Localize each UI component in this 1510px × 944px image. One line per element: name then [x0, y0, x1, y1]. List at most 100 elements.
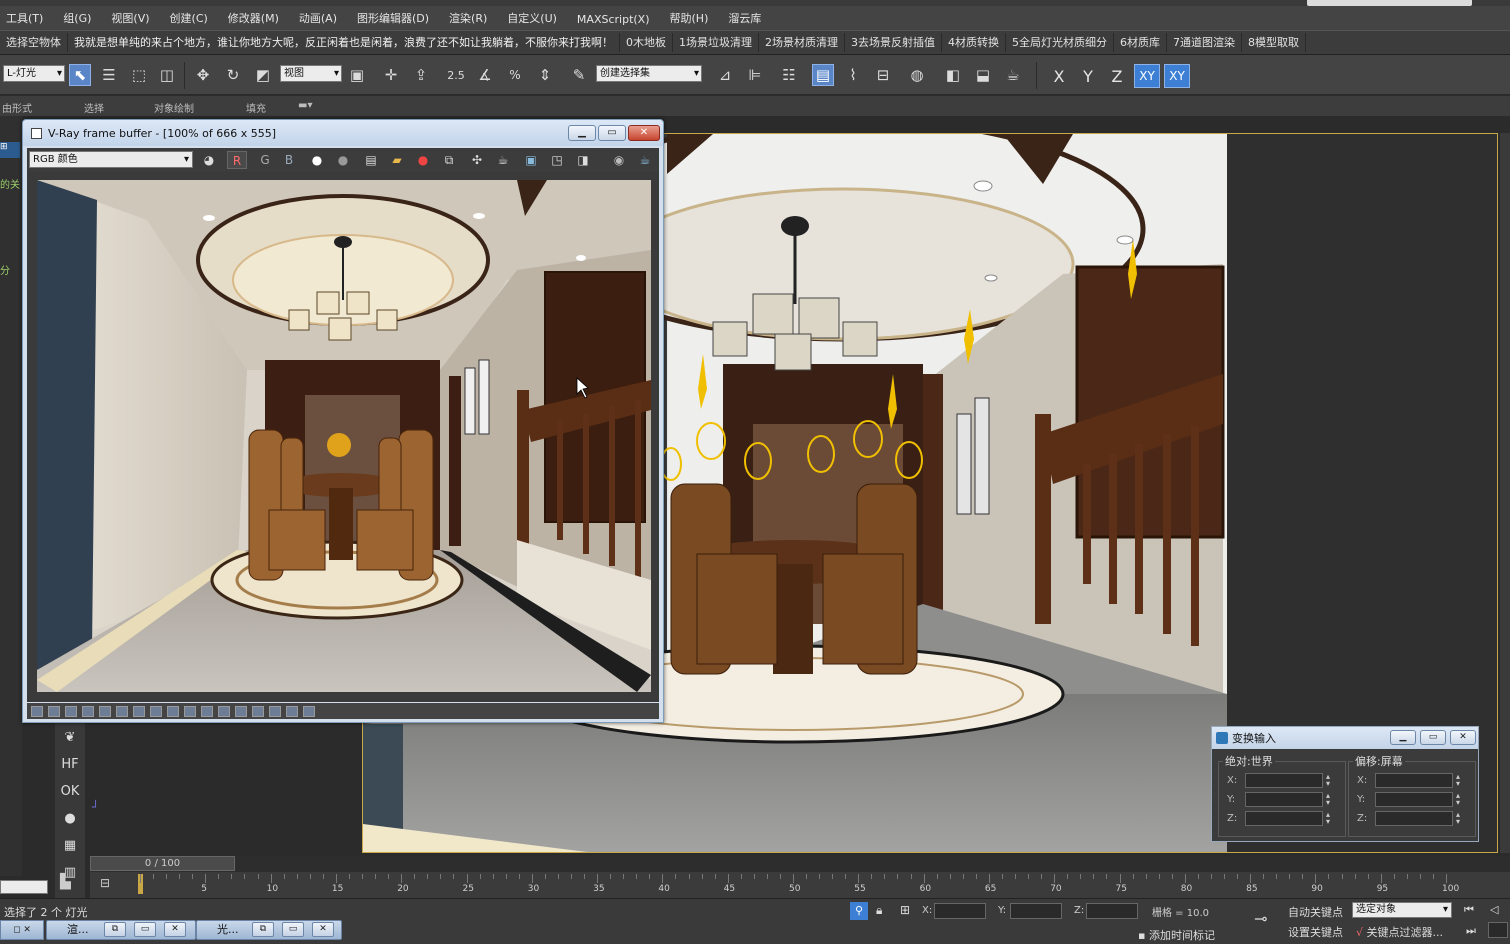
task2-maximize-button[interactable]: ▭ — [282, 922, 304, 937]
axis-xy-cycle-button[interactable]: XY — [1164, 64, 1190, 88]
vfb-status-icon-16[interactable] — [286, 705, 298, 717]
material-editor-icon[interactable]: ◍ — [906, 64, 928, 86]
abs-z-input[interactable] — [1245, 810, 1323, 826]
hf-icon[interactable]: HF — [57, 752, 83, 776]
green-channel-toggle[interactable]: G — [255, 151, 275, 169]
time-slider[interactable]: 0 / 100 — [90, 856, 1510, 872]
reference-coord-select[interactable]: 视图 — [280, 65, 342, 82]
z-coord-input[interactable] — [1086, 903, 1138, 919]
task1-maximize-button[interactable]: ▭ — [134, 922, 156, 937]
vfb-status-icon-10[interactable] — [184, 705, 196, 717]
menu-liuyunku[interactable]: 溜云库 — [728, 10, 761, 26]
alpha-white-icon[interactable]: ● — [307, 151, 327, 169]
key-mode-icon[interactable]: ⏭ — [1466, 924, 1476, 938]
menu-graph-editors[interactable]: 图形编辑器(D) — [357, 10, 429, 26]
selection-filter-select[interactable]: L-灯光 — [3, 65, 65, 82]
vfb-status-icon-15[interactable] — [269, 705, 281, 717]
layer-icon[interactable]: ▙ — [60, 874, 80, 894]
time-slider-thumb[interactable]: 0 / 100 — [90, 856, 235, 871]
vfb-status-icon-9[interactable] — [167, 705, 179, 717]
menu-group[interactable]: 组(G) — [63, 10, 91, 26]
abs-z-spinner[interactable]: ▴ ▾ — [1323, 810, 1333, 826]
select-object-icon[interactable]: ⬉ — [69, 64, 91, 86]
load-image-icon[interactable]: ▰ — [387, 151, 407, 169]
key-filters-button[interactable]: √ 关键点过滤器... — [1356, 924, 1443, 940]
render-production-icon[interactable]: ☕ — [1002, 64, 1024, 86]
script-button-light-subdiv[interactable]: 5全局灯光材质细分 — [1006, 33, 1114, 52]
xform-maximize-button[interactable]: ▭ — [1420, 730, 1446, 745]
vfb-status-icon-8[interactable] — [150, 705, 162, 717]
vfb-status-icon-6[interactable] — [116, 705, 128, 717]
plant-icon[interactable]: ❦ — [57, 725, 83, 749]
script-button-material-library[interactable]: 6材质库 — [1114, 33, 1167, 52]
scene-explorer-icon[interactable]: ▤ — [812, 64, 834, 86]
menu-help[interactable]: 帮助(H) — [670, 10, 709, 26]
off-z-input[interactable] — [1375, 810, 1453, 826]
named-selection-select[interactable]: 创建选择集 — [596, 65, 702, 82]
y-coord-input[interactable] — [1010, 903, 1062, 919]
abs-x-spinner[interactable]: ▴ ▾ — [1323, 772, 1333, 788]
mono-icon[interactable]: ● — [333, 151, 353, 169]
vfb-status-icon-11[interactable] — [201, 705, 213, 717]
rotate-icon[interactable]: ↻ — [222, 64, 244, 86]
mini-curve-editor-icon[interactable]: ⊟ — [100, 876, 120, 892]
color-corrections-icon[interactable]: ◕ — [199, 151, 219, 169]
spinner-snap-icon[interactable]: ⇕ — [534, 64, 556, 86]
off-x-input[interactable] — [1375, 772, 1453, 788]
vfb-status-icon-12[interactable] — [218, 705, 230, 717]
search-input[interactable] — [1307, 0, 1472, 6]
abs-y-input[interactable] — [1245, 791, 1323, 807]
script-button-scene-cleanup[interactable]: 1场景垃圾清理 — [673, 33, 759, 52]
ribbon-selection[interactable]: 选择 — [84, 100, 104, 115]
goto-start-icon[interactable]: ⏮ — [1464, 903, 1474, 917]
isolate-icon[interactable]: ⚲ — [850, 902, 868, 920]
frame-input[interactable] — [1488, 922, 1508, 938]
track-mouse-icon[interactable]: ✣ — [467, 151, 487, 169]
menu-maxscript[interactable]: MAXScript(X) — [577, 13, 650, 26]
xform-close-button[interactable]: ✕ — [1450, 730, 1476, 745]
align-icon[interactable]: ⊫ — [744, 64, 766, 86]
xform-minimize-button[interactable]: ▁ — [1390, 730, 1416, 745]
window-crossing-icon[interactable]: ◫ — [156, 64, 178, 86]
vfb-titlebar[interactable]: V-Ray frame buffer - [100% of 666 x 555] — [23, 120, 663, 146]
mirror-icon[interactable]: ⊿ — [714, 64, 736, 86]
snap-toggle-icon[interactable]: 2.5 — [445, 64, 467, 86]
off-y-spinner[interactable]: ▴ ▾ — [1453, 791, 1463, 807]
off-x-spinner[interactable]: ▴ ▾ — [1453, 772, 1463, 788]
set-key-button[interactable]: 设置关键点 — [1288, 924, 1343, 940]
transform-type-in-dialog[interactable]: 变换输入 ▁ ▭ ✕ 绝对:世界 X: ▴ ▾ Y: ▴ ▾ Z: ▴ ▾ 偏移:屏幕 X:… — [1211, 726, 1479, 842]
task2-restore-button[interactable]: ⧉ — [252, 922, 274, 937]
keyboard-shortcut-icon[interactable]: ⇪ — [410, 64, 432, 86]
key-target-select[interactable]: 选定对象 — [1352, 902, 1452, 918]
render-last-icon[interactable]: ☕ — [635, 151, 655, 169]
menu-customize[interactable]: 自定义(U) — [507, 10, 557, 26]
script-button-channel-render[interactable]: 7通道图渲染 — [1167, 33, 1242, 52]
vfb-status-icon-7[interactable] — [133, 705, 145, 717]
track-bar[interactable]: 5 10 15 20 25 30 35 40 45 50 55 60 65 70 75 80 85 90 95 100 — [90, 872, 1510, 898]
scale-icon[interactable]: ◩ — [252, 64, 274, 86]
script-button-remove-reflect-interp[interactable]: 3去场景反射插值 — [845, 33, 942, 52]
vfb-status-icon-17[interactable] — [303, 705, 315, 717]
clear-image-icon[interactable]: ● — [413, 151, 433, 169]
script-button-select-empty[interactable]: 选择空物体 — [0, 33, 68, 52]
abs-y-spinner[interactable]: ▴ ▾ — [1323, 791, 1333, 807]
select-by-name-icon[interactable]: ☰ — [98, 64, 120, 86]
history-icon[interactable]: ◨ — [573, 151, 593, 169]
sphere-icon[interactable]: ● — [57, 806, 83, 830]
blue-channel-toggle[interactable]: B — [279, 151, 299, 169]
menu-views[interactable]: 视图(V) — [111, 10, 149, 26]
axis-y-button[interactable]: Y — [1075, 64, 1101, 88]
axis-z-button[interactable]: Z — [1104, 64, 1130, 88]
menu-rendering[interactable]: 渲染(R) — [449, 10, 487, 26]
vfb-status-icon-14[interactable] — [252, 705, 264, 717]
script-button-wood-floor[interactable]: 0木地板 — [620, 33, 673, 52]
rendered-frame-window-icon[interactable]: ⬓ — [972, 64, 994, 86]
rendered-image-area[interactable] — [27, 172, 659, 702]
vray-frame-buffer-window[interactable]: V-Ray frame buffer - [100% of 666 x 555]… — [22, 119, 664, 723]
vfb-status-icon-5[interactable] — [99, 705, 111, 717]
lock-icon[interactable]: 🔒︎ — [876, 903, 882, 918]
key-icon[interactable]: ⊸ — [1254, 909, 1267, 928]
palette-icon[interactable]: ▦ — [57, 833, 83, 857]
menu-create[interactable]: 创建(C) — [170, 10, 208, 26]
rect-selection-icon[interactable]: ⬚ — [128, 64, 150, 86]
